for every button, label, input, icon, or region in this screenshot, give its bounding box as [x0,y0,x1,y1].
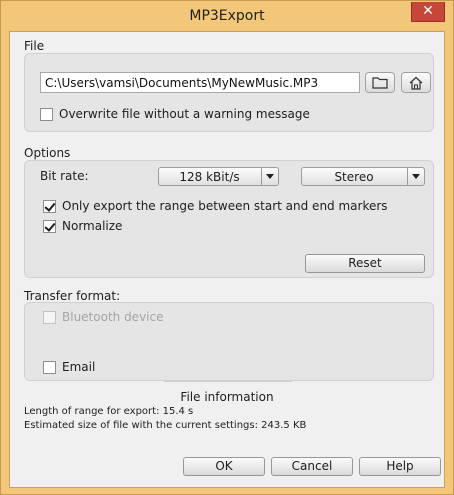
info-divider [164,381,292,382]
normalize-box[interactable] [43,219,56,233]
bitrate-label: Bit rate: [40,169,89,183]
bitrate-value: 128 kBit/s [179,170,240,184]
email-box[interactable] [43,360,56,374]
range-only-label: Only export the range between start and … [62,199,388,213]
folder-icon [372,77,388,89]
reset-button[interactable]: Reset [305,254,425,273]
home-button[interactable] [401,72,431,93]
overwrite-box[interactable] [40,107,53,121]
help-button[interactable]: Help [359,457,441,476]
title-bar[interactable]: MP3Export ✕ [1,1,453,31]
bluetooth-box [43,310,56,324]
close-icon: ✕ [422,3,434,19]
ok-button[interactable]: OK [183,457,265,476]
bluetooth-checkbox: Bluetooth device [43,310,163,324]
cancel-button[interactable]: Cancel [271,457,353,476]
transfer-group-label: Transfer format: [24,289,121,303]
range-only-box[interactable] [43,199,56,213]
email-checkbox[interactable]: Email [43,360,95,374]
overwrite-checkbox[interactable]: Overwrite file without a warning message [40,107,310,121]
channel-value: Stereo [334,170,374,184]
email-label: Email [62,360,96,374]
browse-button[interactable] [365,72,395,93]
range-length-text: Length of range for export: 15.4 s [24,406,194,417]
estimated-size-text: Estimated size of file with the current … [24,420,307,431]
channel-select[interactable]: Stereo [301,167,425,186]
home-icon [409,76,423,90]
close-button[interactable]: ✕ [411,2,445,22]
options-group-label: Options [24,146,71,160]
file-group-label: File [24,39,45,53]
bitrate-select[interactable]: 128 kBit/s [158,167,279,186]
file-path-input[interactable] [40,72,360,93]
normalize-checkbox[interactable]: Normalize [43,219,122,233]
window-title: MP3Export [189,8,265,24]
overwrite-label: Overwrite file without a warning message [59,107,310,121]
chevron-down-icon[interactable] [261,168,278,185]
range-only-checkbox[interactable]: Only export the range between start and … [43,199,388,213]
chevron-down-icon[interactable] [407,168,424,185]
bluetooth-label: Bluetooth device [62,310,164,324]
file-information-title: File information [180,390,274,404]
normalize-label: Normalize [62,219,123,233]
